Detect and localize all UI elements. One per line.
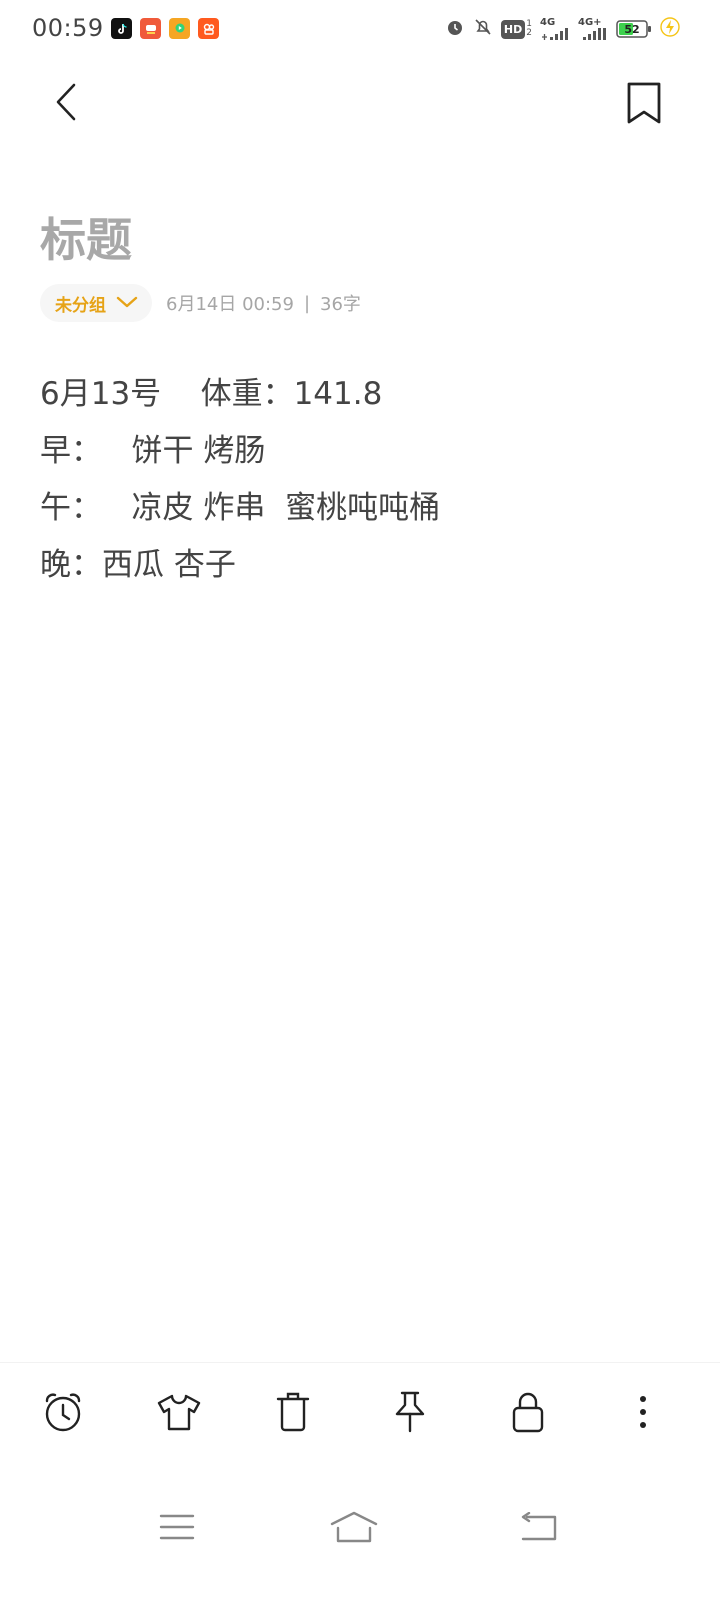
tiktok-icon [111,18,132,39]
group-label: 未分组 [55,295,106,316]
delete-button[interactable] [266,1387,320,1441]
mute-notification-icon [473,17,493,41]
note-meta: 未分组 6月14日 00:59 | 36字 [40,284,361,322]
pin-icon [392,1390,428,1438]
bottom-toolbar [0,1362,720,1463]
note-line: 午： 凉皮 炸串 蜜桃吨吨桶 [40,490,441,526]
more-button[interactable] [616,1387,670,1441]
nav-home-button[interactable] [324,1506,384,1552]
note-date: 6月14日 00:59 [166,294,294,315]
nav-menu-button[interactable] [147,1506,207,1552]
note-line: 晚：西瓜 杏子 [40,547,236,583]
note-body[interactable]: 6月13号 体重：141.8 早： 饼干 烤肠 午： 凉皮 炸串 蜜桃吨吨桶 晚… [40,366,440,594]
system-navbar [0,1490,720,1570]
tshirt-icon [156,1392,202,1436]
group-selector[interactable]: 未分组 [40,284,152,322]
kuaishou-icon [198,18,219,39]
trash-icon [275,1391,311,1437]
word-count: 36字 [320,294,361,315]
video-app-icon [169,18,190,39]
alarm-clock-icon [41,1390,85,1438]
pin-button[interactable] [383,1387,437,1441]
menu-icon [159,1513,195,1545]
app-red-icon [140,18,161,39]
chevron-down-icon [116,294,138,313]
status-bar: 00:59 HD 12 4G 4G+ 52 [0,0,720,56]
hd-voice-icon: HD 12 [500,19,532,39]
signal-4g-plus-icon: 4G+ [578,18,608,40]
battery-icon: 52 [616,19,652,39]
status-indicators: HD 12 4G 4G+ 52 [445,16,680,42]
signal-4g-icon: 4G [540,18,570,40]
note-line: 早： 饼干 烤肠 [40,433,266,469]
back-button[interactable] [44,80,88,128]
bookmark-icon [626,81,662,129]
lock-button[interactable] [501,1387,555,1441]
bookmark-button[interactable] [620,80,668,130]
charging-icon [660,16,680,42]
lock-icon [511,1390,545,1438]
back-icon [519,1511,557,1546]
chevron-left-icon [54,82,78,126]
alarm-status-icon [445,17,465,41]
more-vertical-icon [638,1395,648,1433]
reminder-button[interactable] [36,1387,90,1441]
note-line: 6月13号 体重：141.8 [40,376,383,412]
status-time: 00:59 [32,14,104,42]
meta-separator: | [303,292,311,314]
note-title[interactable]: 标题 [40,204,132,270]
theme-button[interactable] [152,1387,206,1441]
nav-back-button[interactable] [508,1506,568,1552]
home-icon [329,1510,379,1548]
